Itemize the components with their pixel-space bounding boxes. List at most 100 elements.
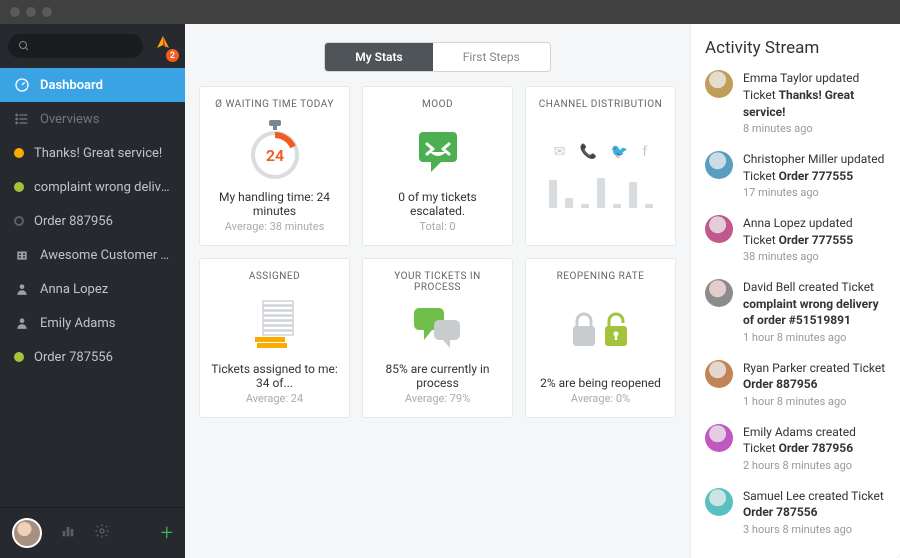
- avatar: [705, 151, 733, 179]
- activity-text: Christopher Miller updated Ticket Order …: [743, 151, 886, 185]
- card-line: 0 of my tickets escalated.: [373, 190, 502, 218]
- notification-badge[interactable]: 2: [166, 49, 179, 62]
- bar: [565, 198, 573, 208]
- sidebar-item-label: Emily Adams: [40, 316, 115, 331]
- nav-overviews-label: Overviews: [40, 112, 99, 127]
- card-line: My handling time: 24 minutes: [210, 190, 339, 218]
- activity-item[interactable]: Emma Taylor updated Ticket Thanks! Great…: [705, 70, 886, 137]
- avatar: [705, 360, 733, 388]
- window-titlebar: [0, 0, 900, 24]
- card-title: Ø WAITING TIME TODAY: [215, 99, 334, 110]
- tab-bar: My Stats First Steps: [185, 24, 690, 86]
- activity-item[interactable]: Anna Lopez updated Ticket Order 77755538…: [705, 215, 886, 265]
- activity-time: 17 minutes ago: [743, 185, 886, 200]
- search-input[interactable]: [8, 34, 143, 58]
- nav-dashboard[interactable]: Dashboard: [0, 68, 185, 102]
- status-dot: [14, 182, 24, 192]
- traffic-light-min[interactable]: [26, 7, 36, 17]
- card-mood: MOOD 0 of my tickets escalated. Total: 0: [362, 86, 513, 246]
- gear-icon[interactable]: [94, 523, 110, 544]
- traffic-light-close[interactable]: [10, 7, 20, 17]
- stopwatch-icon: 24: [245, 120, 305, 182]
- bar: [581, 204, 589, 208]
- main-content: My Stats First Steps Ø WAITING TIME TODA…: [185, 24, 690, 558]
- card-title: YOUR TICKETS IN PROCESS: [373, 271, 502, 293]
- nav-overviews[interactable]: Overviews: [0, 102, 185, 136]
- activity-time: 1 hour 8 minutes ago: [743, 330, 886, 345]
- lock-icon: [569, 308, 633, 352]
- avatar: [705, 279, 733, 307]
- activity-item[interactable]: Samuel Lee created Ticket Order 7875563 …: [705, 488, 886, 538]
- card-sub: Average: 79%: [405, 392, 470, 405]
- stats-icon[interactable]: [60, 523, 76, 544]
- card-channel: CHANNEL DISTRIBUTION ✉ 📞 🐦 f: [525, 86, 676, 246]
- card-process: YOUR TICKETS IN PROCESS 85% are currentl…: [362, 258, 513, 418]
- activity-text: Emma Taylor updated Ticket Thanks! Great…: [743, 70, 886, 120]
- svg-text:24: 24: [265, 146, 283, 165]
- add-button[interactable]: +: [161, 521, 173, 546]
- avatar: [705, 424, 733, 452]
- chat-icon: [410, 304, 466, 354]
- channel-bars: [549, 168, 653, 208]
- activity-item[interactable]: Ryan Parker created Ticket Order 8879561…: [705, 360, 886, 410]
- card-waiting-time: Ø WAITING TIME TODAY 24 My handling time…: [199, 86, 350, 246]
- activity-item[interactable]: David Bell created Ticket complaint wron…: [705, 279, 886, 346]
- tab-my-stats[interactable]: My Stats: [325, 43, 432, 71]
- current-user-avatar[interactable]: [12, 518, 42, 548]
- nav-dashboard-label: Dashboard: [40, 78, 103, 93]
- card-assigned: ASSIGNED Tickets assigned to me: 34 of..…: [199, 258, 350, 418]
- sidebar-item[interactable]: Anna Lopez: [0, 272, 185, 306]
- facebook-icon: f: [642, 144, 647, 160]
- activity-time: 3 hours 8 minutes ago: [743, 522, 886, 537]
- card-sub: Total: 0: [419, 220, 455, 233]
- activity-time: 8 minutes ago: [743, 121, 886, 136]
- sidebar-item-label: Anna Lopez: [40, 282, 108, 297]
- avatar: [705, 488, 733, 516]
- avatar: [705, 70, 733, 98]
- card-title: MOOD: [422, 99, 453, 110]
- status-dot: [14, 352, 24, 362]
- card-title: CHANNEL DISTRIBUTION: [539, 99, 663, 110]
- bar: [549, 180, 557, 208]
- dashboard-icon: [14, 77, 30, 93]
- twitter-icon: 🐦: [611, 144, 628, 160]
- activity-title: Activity Stream: [705, 38, 886, 58]
- status-dot: [14, 216, 24, 226]
- sidebar-item-label: Order 887956: [34, 214, 113, 229]
- app-logo[interactable]: 2: [149, 32, 177, 60]
- activity-stream: Activity Stream Emma Taylor updated Tick…: [690, 24, 900, 558]
- card-sub: Average: 24: [246, 392, 303, 405]
- activity-text: Emily Adams created Ticket Order 787956: [743, 424, 886, 458]
- sidebar-item-label: Awesome Customer Inc.: [40, 248, 171, 263]
- mood-icon: [413, 126, 463, 176]
- sidebar-item[interactable]: Thanks! Great service!: [0, 136, 185, 170]
- phone-icon: 📞: [579, 144, 596, 160]
- card-line: 2% are being reopened: [540, 376, 661, 390]
- traffic-light-max[interactable]: [42, 7, 52, 17]
- tab-first-steps[interactable]: First Steps: [433, 43, 550, 71]
- sidebar-item[interactable]: Awesome Customer Inc.: [0, 238, 185, 272]
- activity-text: David Bell created Ticket complaint wron…: [743, 279, 886, 329]
- sidebar-item[interactable]: complaint wrong delivery of ord...: [0, 170, 185, 204]
- sidebar-item-label: Thanks! Great service!: [34, 146, 162, 161]
- card-title: REOPENING RATE: [557, 271, 645, 282]
- mail-icon: ✉: [554, 144, 566, 160]
- card-sub: Average: 0%: [571, 392, 630, 405]
- org-icon: [14, 247, 30, 263]
- activity-time: 1 hour 8 minutes ago: [743, 394, 886, 409]
- activity-time: 38 minutes ago: [743, 249, 886, 264]
- bar: [613, 204, 621, 208]
- list-icon: [14, 111, 30, 127]
- card-line: Tickets assigned to me: 34 of...: [210, 362, 339, 390]
- activity-item[interactable]: Christopher Miller updated Ticket Order …: [705, 151, 886, 201]
- avatar: [705, 215, 733, 243]
- sidebar-item[interactable]: Order 787556: [0, 340, 185, 374]
- activity-text: Ryan Parker created Ticket Order 887956: [743, 360, 886, 394]
- sidebar-item[interactable]: Order 887956: [0, 204, 185, 238]
- activity-item[interactable]: Emily Adams created Ticket Order 7879562…: [705, 424, 886, 474]
- sidebar: 2 Dashboard Overviews Thanks! Great serv…: [0, 24, 185, 558]
- user-icon: [14, 315, 30, 331]
- sidebar-item[interactable]: Emily Adams: [0, 306, 185, 340]
- activity-text: Samuel Lee created Ticket Order 787556: [743, 488, 886, 522]
- sidebar-item-label: complaint wrong delivery of ord...: [34, 180, 171, 195]
